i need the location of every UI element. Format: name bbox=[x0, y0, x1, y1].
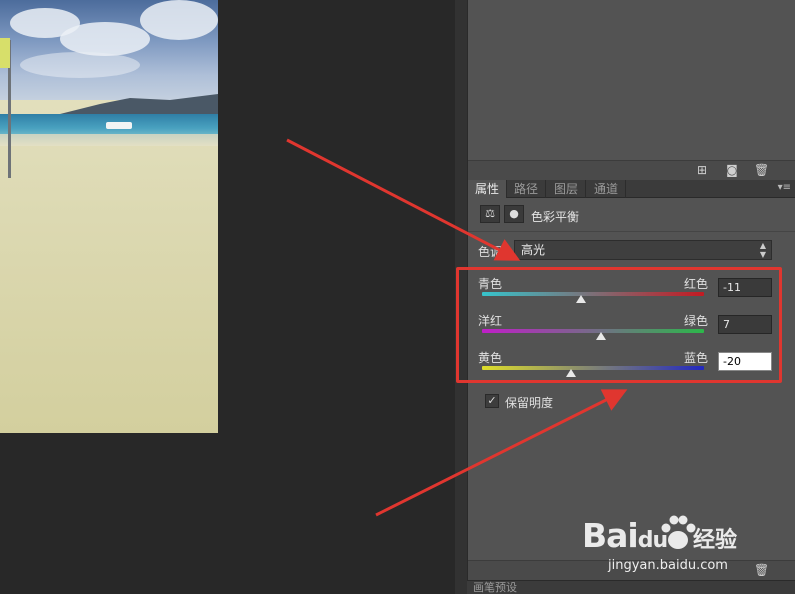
preserve-luminosity-label: 保留明度 bbox=[505, 396, 554, 410]
upper-panel: ⊞ ◙ 🗑 bbox=[467, 0, 795, 180]
upper-panel-footer: ⊞ ◙ 🗑 bbox=[468, 160, 795, 180]
trash-icon[interactable]: 🗑 bbox=[754, 164, 769, 177]
camera-icon[interactable]: ◙ bbox=[725, 164, 739, 177]
watermark-url: jingyan.baidu.com bbox=[608, 558, 728, 573]
tab-properties[interactable]: 属性 bbox=[468, 180, 508, 198]
tab-channels[interactable]: 通道 bbox=[587, 180, 627, 198]
baidu-watermark: Baidu 经验 jingyan.baidu.com bbox=[582, 506, 772, 586]
boat bbox=[106, 122, 132, 129]
tone-label: 色调: bbox=[478, 245, 507, 259]
photoshop-workspace: ⊞ ◙ 🗑 属性 路径 图层 通道 ▾≡ ⚖ ● 色彩平衡 色调: 高光 ▲ ▼ … bbox=[0, 0, 795, 594]
watermark-product: 经验 bbox=[693, 528, 738, 553]
beach-photo-canvas[interactable] bbox=[0, 0, 218, 433]
brush-presets-label: 画笔预设 bbox=[473, 581, 517, 594]
panel-tabs: 属性 路径 图层 通道 ▾≡ bbox=[468, 180, 795, 198]
watermark-brand-text: Bai bbox=[582, 516, 639, 555]
chevron-updown-icon: ▲ ▼ bbox=[759, 241, 766, 259]
photo-cloud bbox=[60, 22, 150, 56]
balance-icon[interactable]: ⚖ bbox=[480, 205, 500, 223]
annotation-highlight-box bbox=[456, 267, 782, 383]
watermark-brand: Baidu bbox=[582, 516, 668, 555]
new-layer-icon[interactable]: ⊞ bbox=[695, 164, 709, 177]
adjustment-title: 色彩平衡 bbox=[531, 210, 580, 224]
photo-shore bbox=[0, 134, 218, 146]
flag bbox=[0, 38, 10, 68]
panel-menu-icon[interactable]: ▾≡ bbox=[778, 182, 791, 193]
photo-cloud bbox=[140, 0, 218, 40]
tab-paths[interactable]: 路径 bbox=[507, 180, 547, 198]
checkbox-checked-icon[interactable]: ✓ bbox=[485, 394, 499, 408]
tone-select-value: 高光 bbox=[521, 243, 546, 257]
tab-layers[interactable]: 图层 bbox=[547, 180, 587, 198]
photo-cloud bbox=[20, 52, 140, 78]
mask-icon[interactable]: ● bbox=[504, 205, 524, 223]
adjustment-header: ⚖ ● 色彩平衡 bbox=[468, 200, 795, 232]
tone-select[interactable]: 高光 ▲ ▼ bbox=[514, 240, 772, 260]
